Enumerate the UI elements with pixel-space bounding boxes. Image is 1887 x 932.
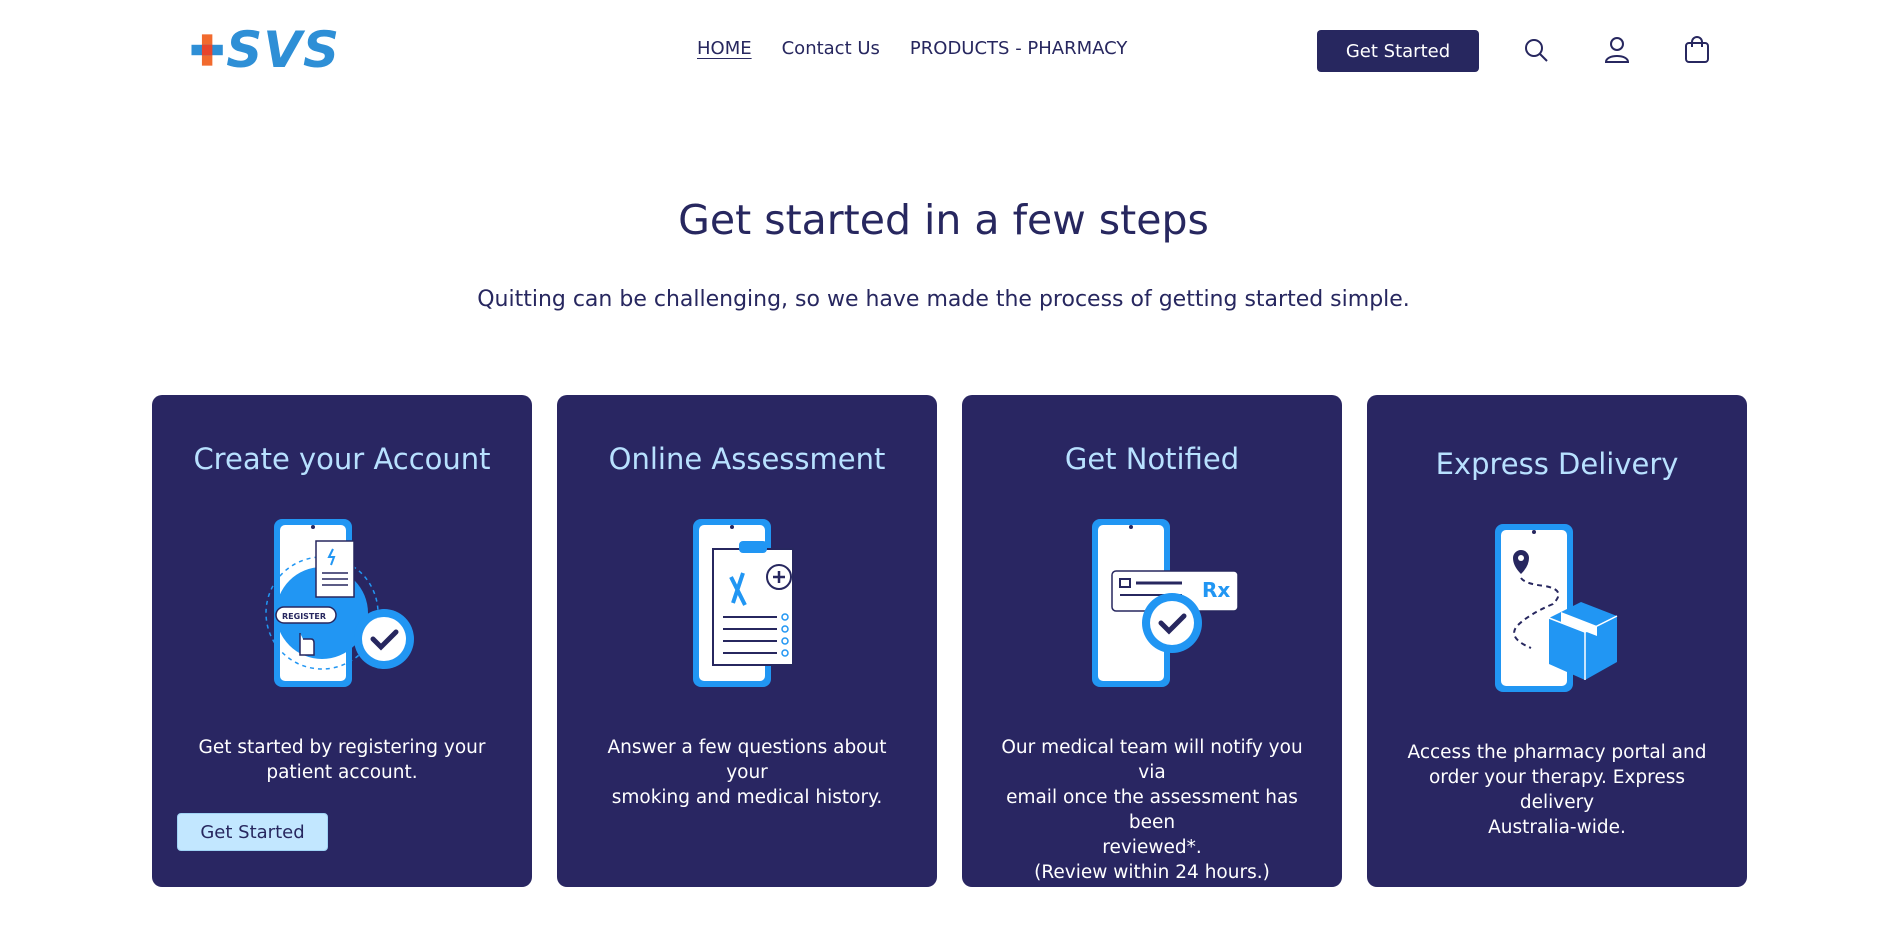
nav-contact-us[interactable]: Contact Us [782,38,880,59]
delivery-phone-icon [1457,520,1657,700]
step-description: Get started by registering your patient … [198,737,486,783]
step-title: Online Assessment [608,442,886,476]
step-title: Create your Account [193,442,491,476]
medical-cross-icon [191,34,223,66]
step-card-express-delivery: Express Delivery Access the pharmacy por… [1367,395,1747,887]
page-subtitle: Quitting can be challenging, so we have … [477,287,1410,312]
nav-home[interactable]: HOME [697,38,752,59]
step-card-online-assessment: Online Assessment Answer a few questions… [557,395,937,887]
logo[interactable]: SVS [190,24,340,76]
rx-label: Rx [1202,578,1230,602]
step-title: Express Delivery [1435,447,1679,481]
step-card-create-account: Create your Account REGISTER Get started… [152,395,532,887]
search-icon[interactable] [1520,34,1552,66]
header-get-started-button[interactable]: Get Started [1317,30,1479,72]
site-header: SVS HOME Contact Us PRODUCTS - PHARMACY … [0,0,1887,100]
step-description: Answer a few questions about your smokin… [607,737,887,808]
account-icon[interactable] [1601,34,1633,66]
register-phone-icon: REGISTER [242,515,442,695]
step-title: Get Notified [1064,442,1240,476]
clipboard-phone-icon [647,515,847,695]
step-card-get-notified: Get Notified Rx Our medical team will no… [962,395,1342,887]
prescription-notify-icon: Rx [1052,515,1252,695]
step-description: Access the pharmacy portal and order you… [1407,742,1707,838]
page-title: Get started in a few steps [678,196,1209,244]
cart-icon[interactable] [1681,34,1713,66]
register-label: REGISTER [282,612,326,621]
main-nav: HOME Contact Us PRODUCTS - PHARMACY [697,38,1127,59]
logo-text: SVS [226,21,340,79]
nav-products-pharmacy[interactable]: PRODUCTS - PHARMACY [910,38,1127,59]
card-get-started-button[interactable]: Get Started [177,813,328,851]
step-description: Our medical team will notify you via ema… [1001,737,1303,883]
